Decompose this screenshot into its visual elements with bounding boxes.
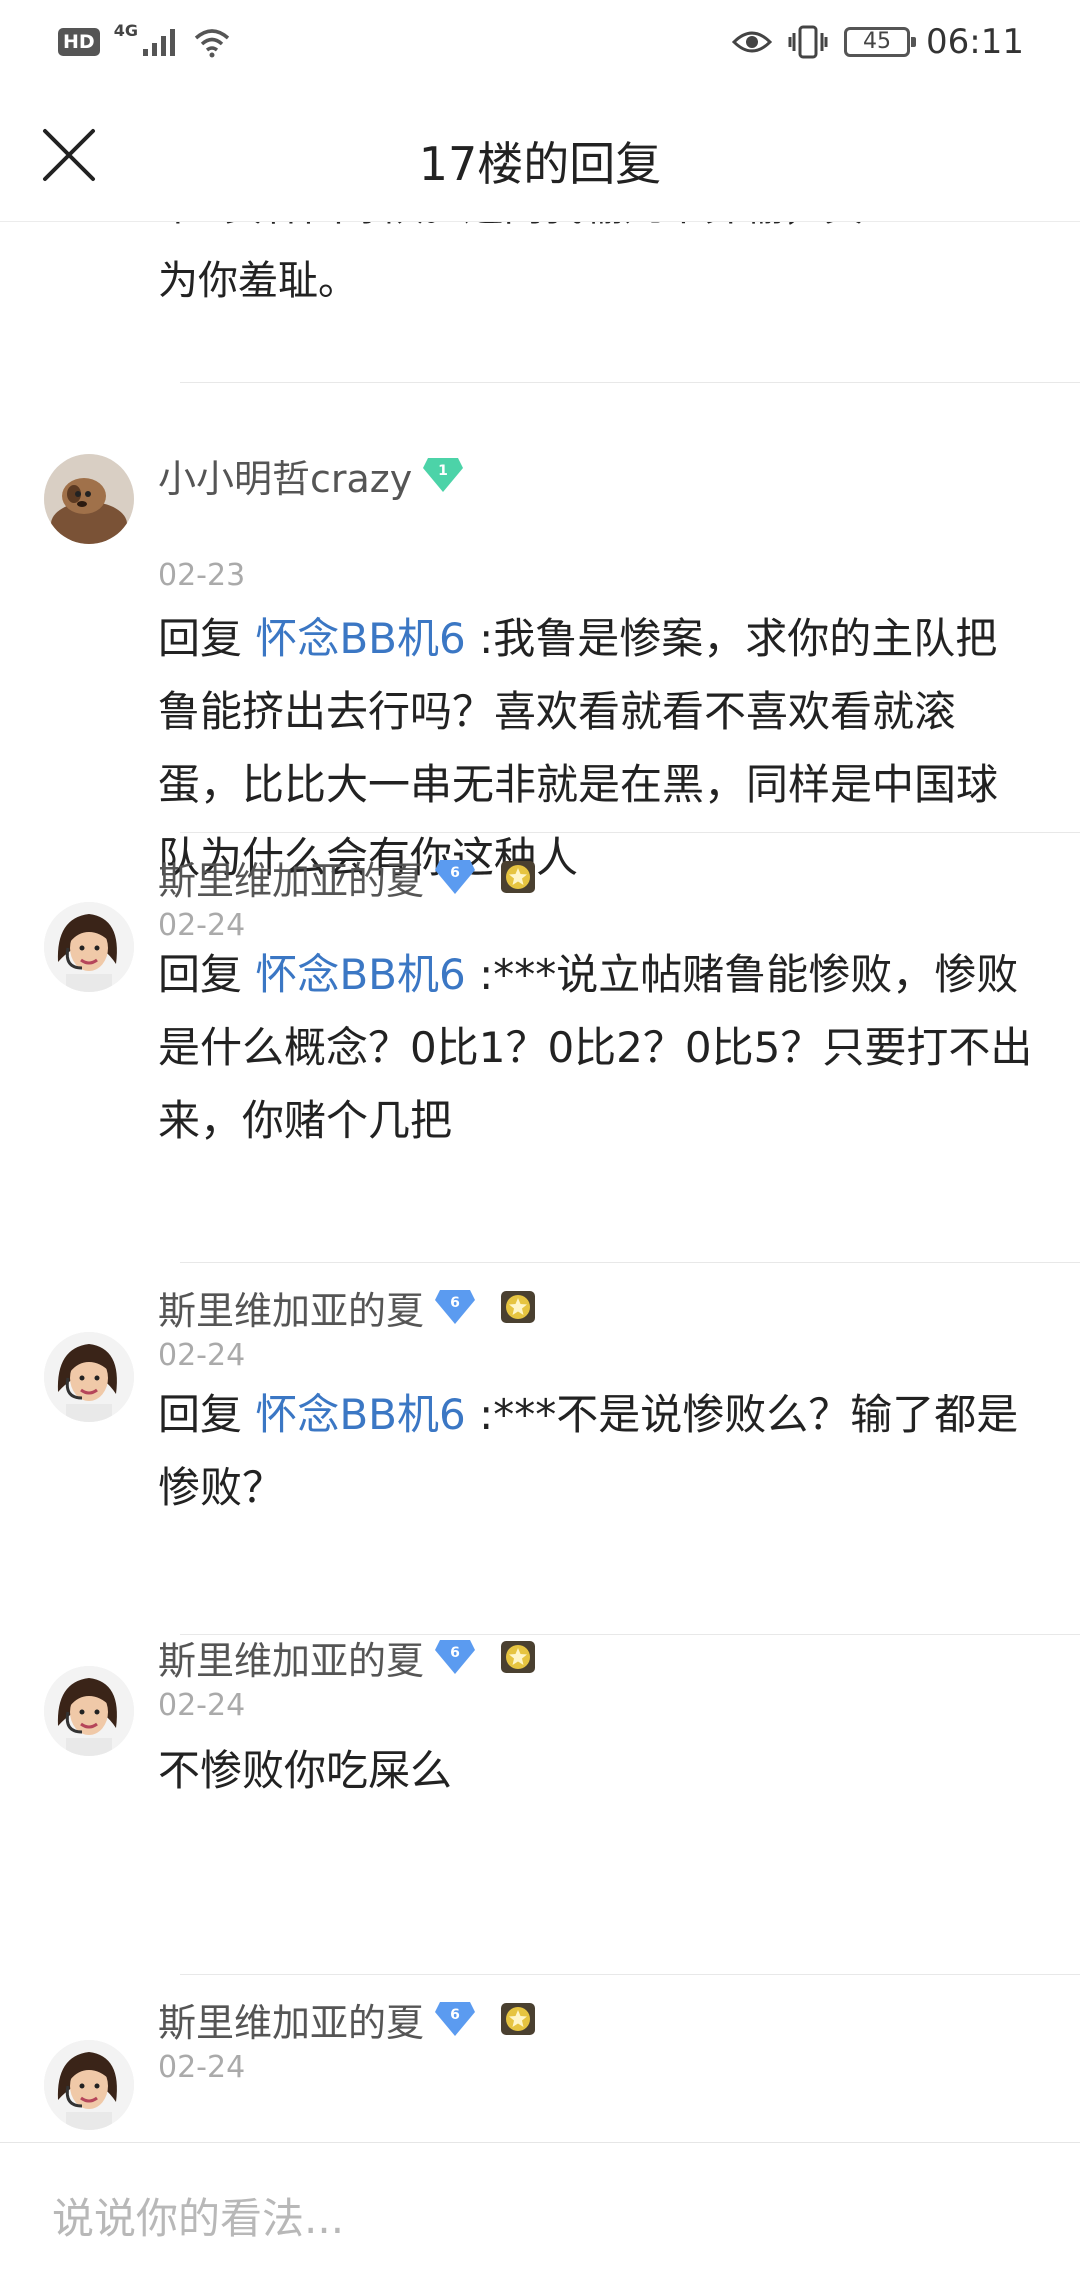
reply-list[interactable]: 半9负韩国球队。还问我输几个算输，真 为你羞耻。 小小明哲crazy 1 02-… xyxy=(0,222,1080,2142)
reply-text: 回复 怀念BB机6 :***说立帖赌鲁能惨败，惨败是什么概念？0比1？0比2？0… xyxy=(158,938,1038,1157)
level-number: 6 xyxy=(450,1645,460,1661)
mention-link[interactable]: 怀念BB机6 xyxy=(255,950,465,999)
partial-line-2: 为你羞耻。 xyxy=(158,258,358,304)
username[interactable]: 斯里维加亚的夏 xyxy=(158,1992,424,2047)
medal-icon xyxy=(501,1291,536,1323)
wifi-icon xyxy=(194,29,230,58)
reply-body: 不惨败你吃屎么 xyxy=(158,1746,453,1795)
battery-icon: 45 xyxy=(844,27,917,57)
avatar[interactable] xyxy=(44,2040,134,2130)
username[interactable]: 斯里维加亚的夏 xyxy=(158,850,424,905)
level-badge-icon: 6 xyxy=(435,860,476,894)
reply-text: 回复 怀念BB机6 :***不是说惨败么？输了都是惨败？ xyxy=(158,1378,1038,1524)
level-number: 6 xyxy=(450,2007,460,2023)
user-row: 斯里维加亚的夏 6 xyxy=(158,1992,536,2047)
avatar[interactable] xyxy=(44,454,134,544)
reply-date: 02-23 xyxy=(158,558,246,593)
mention-link[interactable]: 怀念BB机6 xyxy=(255,614,465,663)
level-badge-icon: 6 xyxy=(435,1290,476,1324)
vibrate-icon xyxy=(788,25,828,59)
reply-prefix: 回复 xyxy=(158,614,256,663)
reply-item[interactable]: 斯里维加亚的夏 6 02-24 xyxy=(0,1974,1080,2142)
user-row: 斯里维加亚的夏 6 xyxy=(158,1630,536,1685)
signal-icon xyxy=(142,29,175,56)
level-number: 1 xyxy=(438,463,448,479)
medal-icon xyxy=(501,2003,536,2035)
avatar[interactable] xyxy=(44,902,134,992)
level-badge-icon: 1 xyxy=(423,458,464,492)
username[interactable]: 斯里维加亚的夏 xyxy=(158,1280,424,1335)
reply-text: 不惨败你吃屎么 xyxy=(158,1734,1038,1807)
username[interactable]: 小小明哲crazy xyxy=(158,448,412,503)
page-title: 17楼的回复 xyxy=(418,137,662,191)
reply-date: 02-24 xyxy=(158,2050,246,2085)
network-type: 4G xyxy=(113,20,138,40)
user-row: 斯里维加亚的夏 6 xyxy=(158,1280,536,1335)
reply-date: 02-24 xyxy=(158,1338,246,1373)
hd-badge: HD xyxy=(58,28,100,56)
medal-icon xyxy=(501,861,536,893)
user-row: 小小明哲crazy 1 xyxy=(158,448,464,503)
avatar[interactable] xyxy=(44,1666,134,1756)
reply-item[interactable]: 小小明哲crazy 1 02-23 回复 怀念BB机6 :我鲁是惨案，求你的主队… xyxy=(0,382,1080,882)
level-number: 6 xyxy=(450,865,460,881)
reply-date: 02-24 xyxy=(158,1688,246,1723)
avatar[interactable] xyxy=(44,1332,134,1422)
partial-reply-text: 半9负韩国球队。还问我输几个算输，真 为你羞耻。 xyxy=(158,222,1018,318)
eye-icon xyxy=(732,31,773,53)
comment-bar: 说说你的看法... xyxy=(0,2142,1080,2280)
reply-item[interactable]: 斯里维加亚的夏 6 02-24 不惨败你吃屎么 xyxy=(0,1634,1080,1894)
header-bar: 17楼的回复 xyxy=(0,90,1080,222)
status-right: 45 06:11 xyxy=(732,22,1024,62)
reply-item[interactable]: 斯里维加亚的夏 6 02-24 回复 怀念BB机6 :***不是说惨败么？输了都… xyxy=(0,1262,1080,1612)
medal-icon xyxy=(501,1641,536,1673)
reply-prefix: 回复 xyxy=(158,950,256,999)
clock: 06:11 xyxy=(926,22,1024,62)
reply-prefix: 回复 xyxy=(158,1390,256,1439)
level-badge-icon: 6 xyxy=(435,1640,476,1674)
user-row: 斯里维加亚的夏 6 xyxy=(158,850,536,905)
status-bar: HD 4G 45 06:11 xyxy=(0,0,1080,90)
username[interactable]: 斯里维加亚的夏 xyxy=(158,1630,424,1685)
level-badge-icon: 6 xyxy=(435,2002,476,2036)
status-left: HD 4G xyxy=(58,21,232,58)
level-number: 6 xyxy=(450,1295,460,1311)
comment-input[interactable]: 说说你的看法... xyxy=(52,2185,344,2246)
reply-item[interactable]: 斯里维加亚的夏 6 02-24 回复 怀念BB机6 :***说立帖赌鲁能惨败，惨… xyxy=(0,832,1080,1145)
mention-link[interactable]: 怀念BB机6 xyxy=(255,1390,465,1439)
partial-line-1: 半9负韩国球队。还问我输几个算输，真 xyxy=(158,222,1018,244)
